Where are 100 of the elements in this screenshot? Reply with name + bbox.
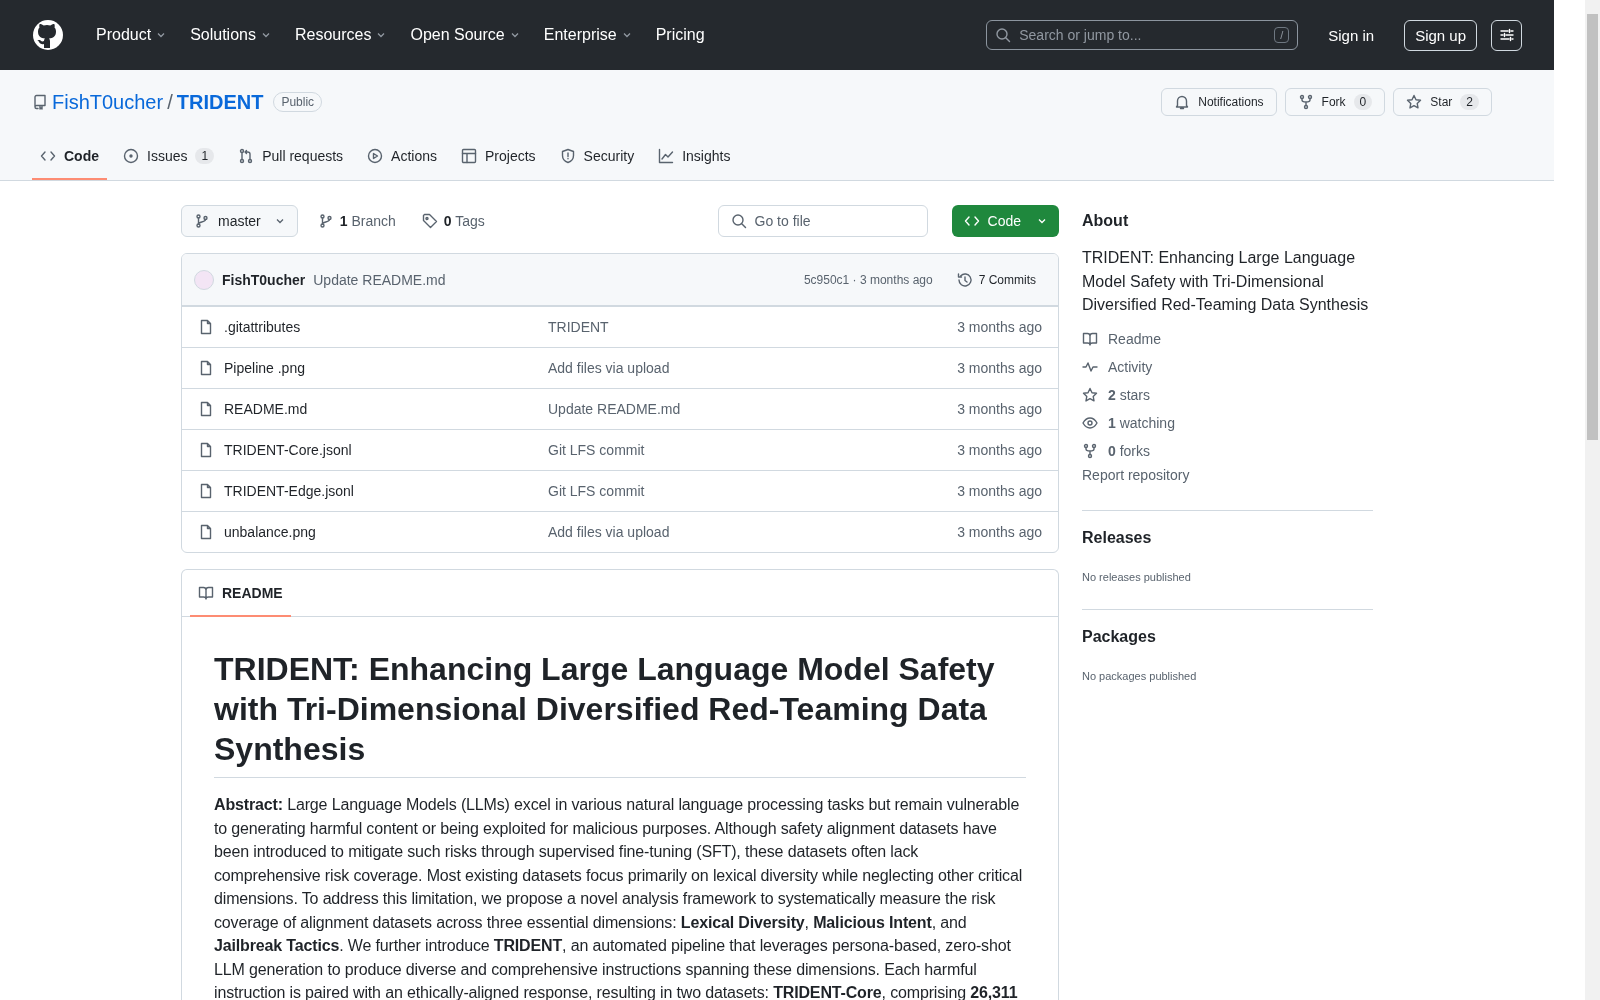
repo-tab[interactable]: Insights	[650, 134, 739, 180]
caret-icon	[156, 30, 167, 40]
repo-description: TRIDENT: Enhancing Large Language Model Safety with Tri-Dimensional Diversified Red-Teaming Data Synthesis	[1082, 248, 1370, 315]
logo-icon[interactable]	[32, 19, 64, 51]
nav-menu-item[interactable]: Resources	[286, 20, 395, 50]
branch-icon	[194, 213, 210, 229]
pull-request-icon	[238, 148, 255, 164]
repo-tab[interactable]: Security	[551, 134, 643, 180]
commit-message[interactable]: Git LFS commit	[548, 442, 645, 458]
commit-message[interactable]: Git LFS commit	[548, 483, 645, 499]
commit-time: 3 months ago	[957, 401, 1042, 417]
branch-button[interactable]: master	[181, 205, 298, 237]
commit-message[interactable]: Update README.md	[548, 401, 681, 417]
packages-heading[interactable]: Packages	[1082, 627, 1373, 646]
fork-icon	[1297, 94, 1314, 110]
avatar[interactable]	[194, 269, 214, 290]
repo-tab[interactable]: Pull requests	[230, 134, 352, 180]
search-icon	[730, 213, 747, 229]
about-link[interactable]: 2 stars	[1082, 386, 1373, 403]
caret-icon	[509, 30, 520, 40]
settings-button[interactable]	[1491, 19, 1522, 51]
file-icon	[198, 360, 214, 376]
repo-tab[interactable]: Code	[32, 134, 107, 180]
sign-in-link[interactable]: Sign in	[1322, 25, 1381, 45]
file-icon	[198, 319, 214, 335]
file-name[interactable]: README.md	[224, 401, 308, 417]
packages-note: No packages published	[1082, 669, 1198, 682]
caret-icon	[1037, 216, 1047, 226]
sign-up-button[interactable]: Sign up	[1404, 19, 1477, 51]
commit-message[interactable]: Add files via upload	[548, 524, 670, 540]
report-link[interactable]: Report repository	[1082, 466, 1190, 483]
file-icon	[198, 483, 214, 499]
readme-tab[interactable]: README	[190, 570, 291, 617]
caret-icon	[376, 30, 387, 40]
repo-action-button[interactable]: Fork 0	[1284, 88, 1386, 116]
file-name[interactable]: .gitattributes	[224, 319, 301, 335]
go-to-file-field[interactable]: Go to file	[717, 205, 928, 237]
caret-icon	[260, 30, 271, 40]
readme-title: TRIDENT: Enhancing Large Language Model Safety with Tri-Dimensional Diversified Red-Teaming Data Synthesis	[214, 649, 1026, 778]
releases-heading[interactable]: Releases	[1082, 528, 1373, 547]
file-name[interactable]: TRIDENT-Core.jsonl	[224, 442, 352, 458]
about-link[interactable]: Activity	[1082, 358, 1373, 375]
commit-time: 3 months ago	[957, 524, 1042, 540]
file-name[interactable]: Pipeline .png	[224, 360, 305, 376]
counter: 0	[1353, 94, 1373, 110]
commit-meta: 5c950c1 · 3 months ago	[803, 272, 933, 287]
table-icon	[461, 148, 477, 164]
counter: 1	[195, 148, 215, 164]
shortcut-key: /	[1274, 27, 1290, 43]
fork-icon	[1082, 442, 1098, 459]
repo-name-link[interactable]: TRIDENT	[176, 90, 264, 114]
file-name[interactable]: TRIDENT-Edge.jsonl	[224, 483, 354, 499]
commit-message[interactable]: Update README.md	[313, 271, 446, 288]
counter: 2	[1460, 94, 1479, 110]
about-link[interactable]: 0 forks	[1082, 442, 1373, 459]
branches-link[interactable]: 1 Branch	[311, 212, 402, 230]
history-icon	[956, 271, 973, 288]
nav-menu-item[interactable]: Solutions	[182, 20, 279, 50]
scrollbar-thumb[interactable]	[1587, 14, 1598, 440]
commit-message[interactable]: TRIDENT	[548, 319, 609, 335]
star-icon	[1082, 386, 1098, 403]
commit-time: 3 months ago	[957, 319, 1042, 335]
owner-link[interactable]: FishT0ucher	[52, 90, 164, 114]
caret-icon	[621, 30, 632, 40]
sliders-icon	[1498, 27, 1515, 43]
repo-action-button[interactable]: Notifications	[1161, 88, 1277, 116]
book-icon	[1082, 330, 1098, 347]
scrollbar[interactable]	[1585, 0, 1600, 1000]
commit-author[interactable]: FishT0ucher	[222, 271, 306, 288]
repo-action-button[interactable]: Star 2	[1393, 88, 1492, 116]
star-icon	[1406, 94, 1423, 110]
repo-icon	[32, 94, 48, 110]
commit-time: 3 months ago	[957, 442, 1042, 458]
nav-menu-item[interactable]: Open Source	[402, 20, 528, 50]
bell-icon	[1174, 94, 1191, 110]
about-link[interactable]: 1 watching	[1082, 414, 1373, 431]
path-separator: /	[167, 90, 173, 114]
about-link[interactable]: Readme	[1082, 330, 1373, 347]
nav-menu-item[interactable]: Enterprise	[535, 20, 640, 50]
search-field[interactable]: Search or jump to... /	[986, 20, 1299, 50]
repo-tab[interactable]: Issues 1	[115, 134, 223, 180]
file-name[interactable]: unbalance.png	[224, 524, 316, 540]
commits-link[interactable]: 7 Commits	[950, 267, 1042, 292]
releases-note: No releases published	[1082, 570, 1192, 583]
repo-tab[interactable]: Projects	[453, 134, 544, 180]
search-icon	[995, 27, 1012, 43]
book-icon	[198, 584, 214, 601]
file-icon	[198, 442, 214, 458]
about-heading: About	[1082, 212, 1130, 230]
nav-menu-item[interactable]: Product	[88, 20, 175, 50]
commit-time: 3 months ago	[957, 360, 1042, 376]
graph-icon	[658, 148, 675, 164]
tag-icon	[421, 213, 438, 229]
code-button[interactable]: Code	[951, 205, 1059, 237]
nav-menu-item[interactable]: Pricing	[647, 20, 713, 50]
file-icon	[198, 401, 214, 417]
repo-tab[interactable]: Actions	[359, 134, 445, 180]
tags-link[interactable]: 0 Tags	[415, 212, 491, 230]
file-icon	[198, 524, 214, 540]
commit-message[interactable]: Add files via upload	[548, 360, 670, 376]
